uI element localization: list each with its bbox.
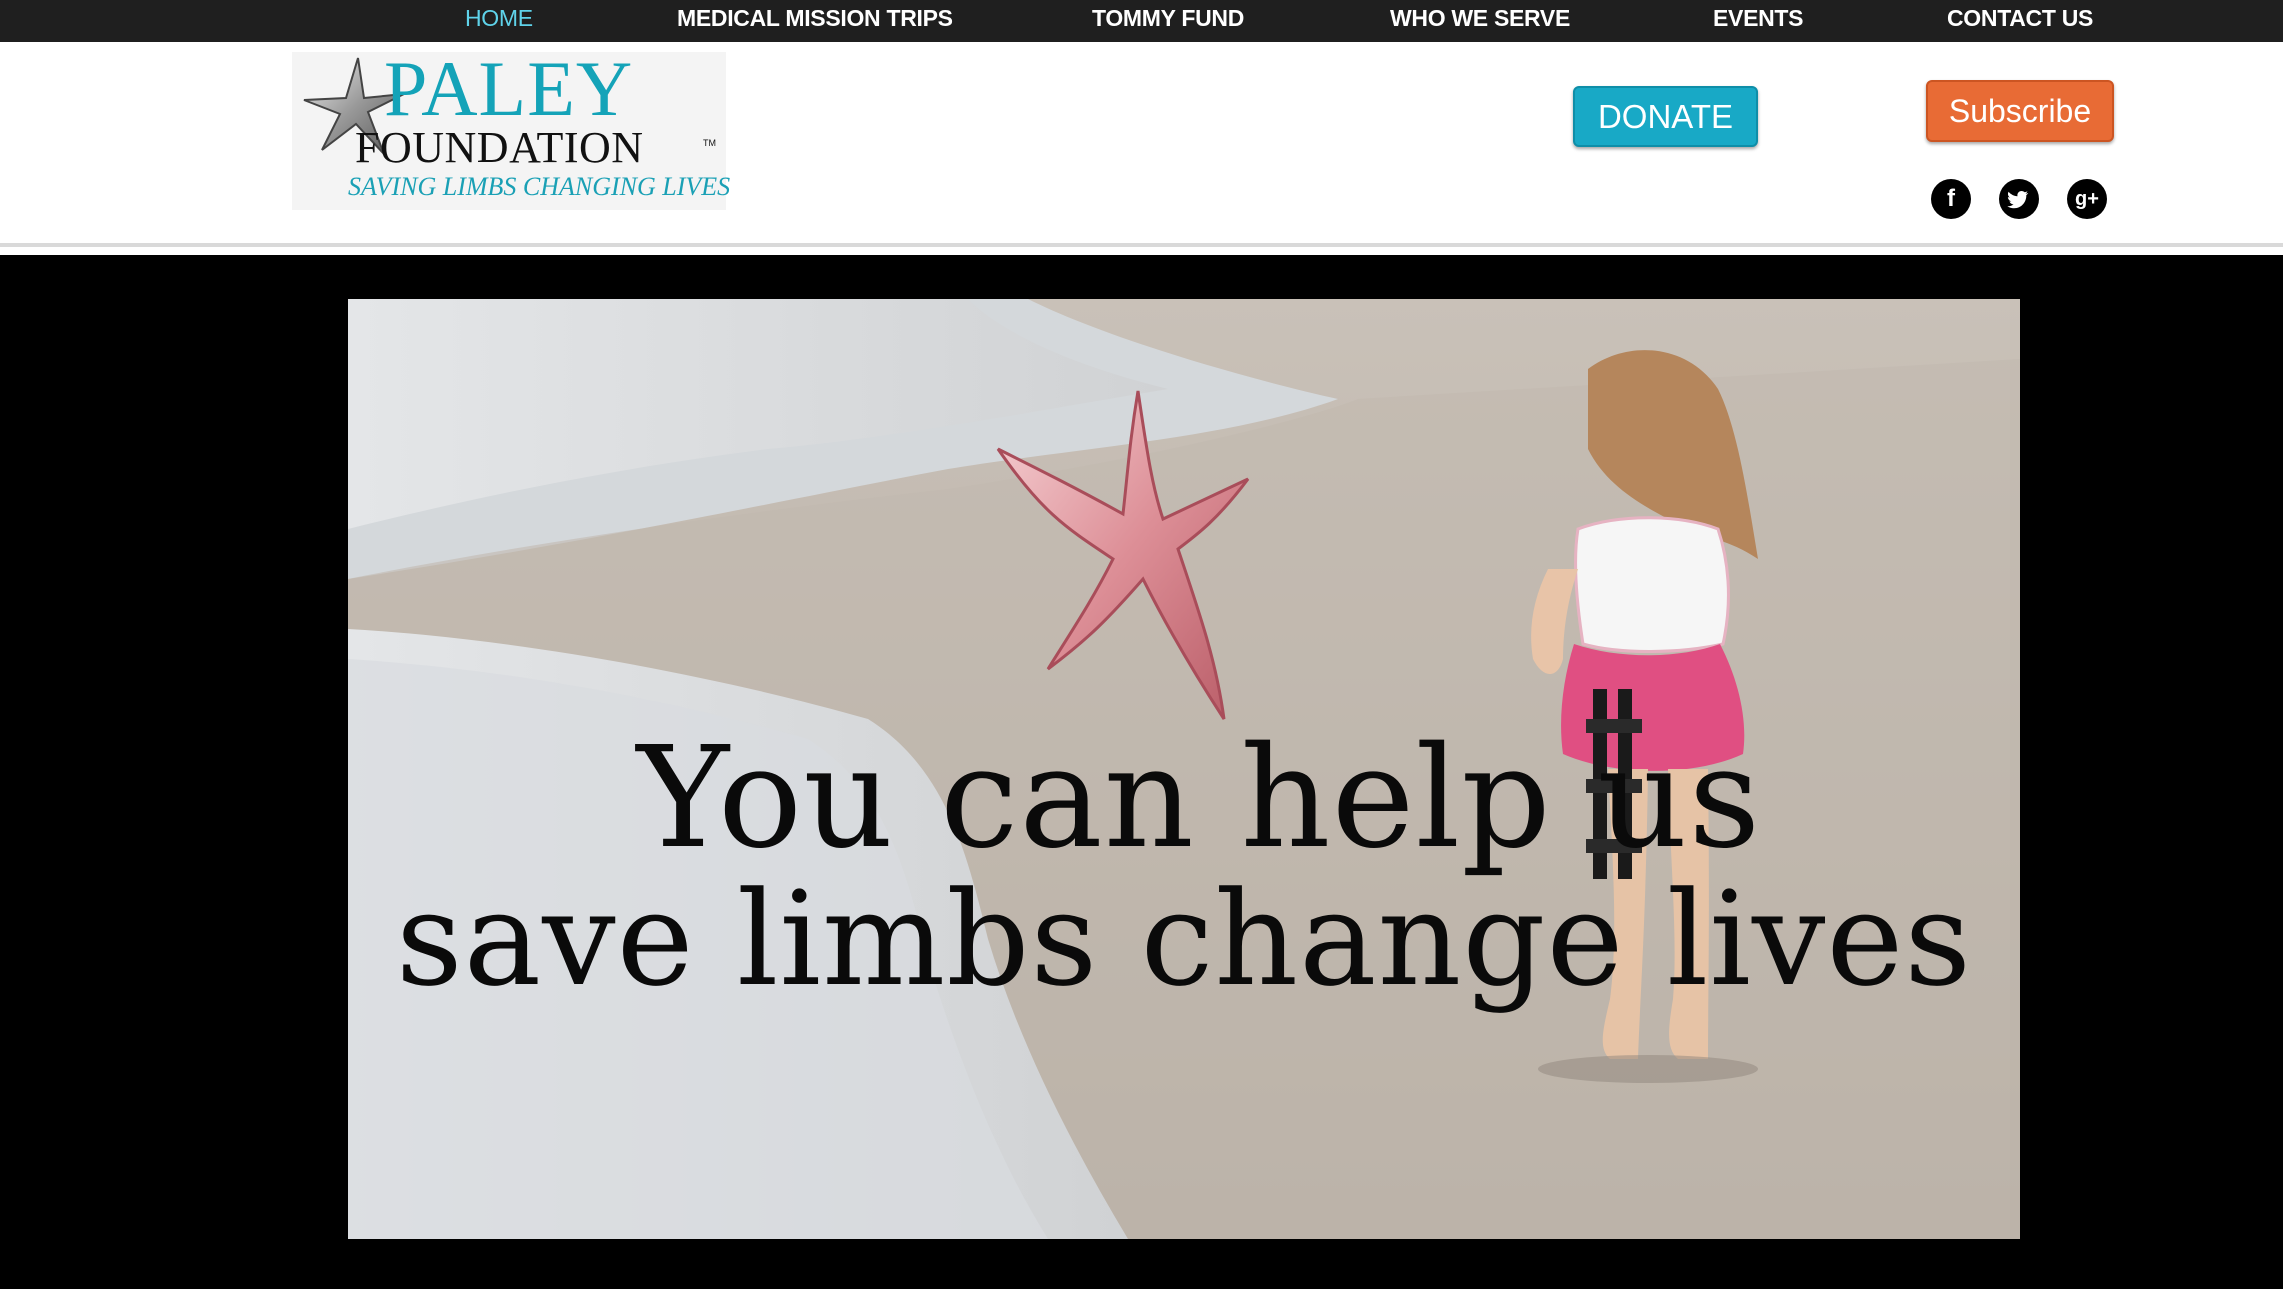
google-plus-glyph: g+ bbox=[2075, 188, 2099, 210]
subscribe-button[interactable]: Subscribe bbox=[1926, 80, 2114, 142]
logo-tagline: SAVING LIMBS CHANGING LIVES bbox=[348, 172, 731, 201]
facebook-glyph: f bbox=[1947, 185, 1955, 212]
logo-wordmark: PALEY bbox=[384, 45, 634, 132]
hero-headline-line-2: save limbs change lives bbox=[395, 863, 1973, 1015]
logo-trademark: TM bbox=[703, 138, 716, 148]
nav-item-home[interactable]: HOME bbox=[465, 0, 533, 42]
site-logo[interactable]: PALEY FOUNDATION TM SAVING LIMBS CHANGIN… bbox=[292, 45, 730, 210]
facebook-icon[interactable]: f bbox=[1931, 179, 1971, 219]
hero-banner: You can help us save limbs change lives bbox=[348, 299, 2020, 1239]
nav-item-contact-us[interactable]: CONTACT US bbox=[1947, 0, 2093, 42]
logo-subwordmark: FOUNDATION bbox=[355, 123, 644, 172]
header-divider-gap bbox=[0, 247, 2283, 255]
twitter-bird-icon bbox=[2007, 190, 2029, 209]
nav-item-who-we-serve[interactable]: WHO WE SERVE bbox=[1390, 0, 1570, 42]
nav-item-tommy-fund[interactable]: TOMMY FUND bbox=[1092, 0, 1244, 42]
donate-button[interactable]: DONATE bbox=[1573, 86, 1758, 147]
nav-item-events[interactable]: EVENTS bbox=[1713, 0, 1804, 42]
top-navigation: HOME MEDICAL MISSION TRIPS TOMMY FUND WH… bbox=[0, 0, 2283, 42]
hero-headline-line-1: You can help us bbox=[636, 717, 1762, 880]
google-plus-icon[interactable]: g+ bbox=[2067, 179, 2107, 219]
nav-item-medical-mission-trips[interactable]: MEDICAL MISSION TRIPS bbox=[677, 0, 953, 42]
twitter-icon[interactable] bbox=[1999, 179, 2039, 219]
